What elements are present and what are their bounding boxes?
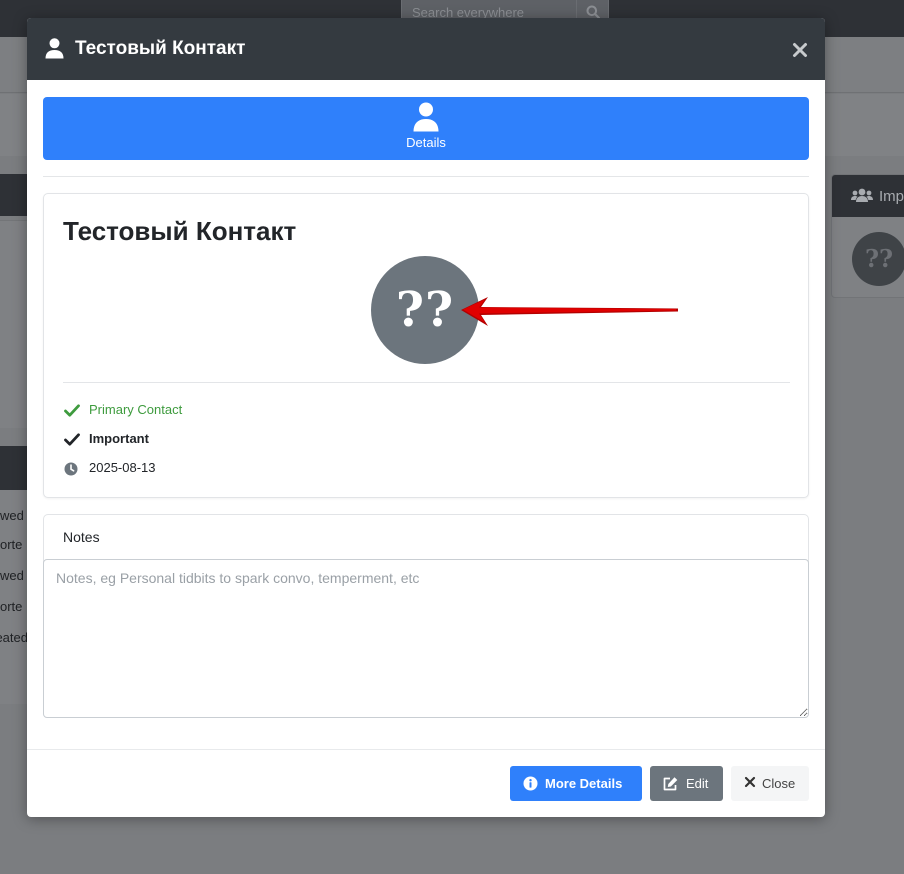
important-label: Important — [89, 431, 149, 446]
background-list-item: eated — [0, 630, 28, 645]
edit-label: Edit — [686, 776, 709, 791]
background-avatar: ?? — [852, 232, 904, 286]
notes-textarea[interactable] — [43, 559, 809, 718]
contact-name: Тестовый Контакт — [63, 216, 297, 246]
contact-date: 2025-08-13 — [89, 460, 156, 475]
user-icon — [413, 102, 439, 132]
annotation-arrow-icon — [461, 297, 678, 326]
background-left-card-body — [0, 220, 28, 428]
modal-title: Тестовый Контакт — [75, 38, 246, 59]
divider — [43, 176, 809, 177]
check-icon — [64, 433, 80, 446]
more-details-label: More Details — [545, 776, 623, 791]
background-right-card-header: Imp — [832, 175, 904, 217]
background-list-item: orte — [0, 537, 23, 552]
contact-card: Тестовый Контакт ?? Primary Contact Impo… — [43, 193, 809, 498]
contact-modal: Тестовый Контакт Details Тестовый Контак… — [27, 18, 825, 817]
clock-icon — [64, 462, 78, 476]
primary-contact-label: Primary Contact — [89, 402, 183, 417]
check-icon — [64, 404, 80, 417]
tab-label: Details — [406, 135, 446, 150]
footer-divider — [27, 749, 825, 750]
more-details-button[interactable]: More Details — [510, 766, 642, 801]
background-left-card-header — [0, 174, 28, 216]
background-list-item: orte — [0, 599, 23, 614]
background-list-item: wed — [0, 568, 24, 583]
info-icon — [523, 776, 538, 791]
background-right-card: Imp ?? — [831, 174, 904, 298]
modal-header: Тестовый Контакт — [27, 18, 825, 80]
edit-icon — [663, 777, 678, 791]
notes-card: Notes — [43, 514, 809, 718]
background-left-list: wed orte wed orte eated — [0, 490, 28, 704]
close-label: Close — [762, 776, 796, 791]
divider — [63, 382, 790, 383]
background-left-list-header — [0, 446, 28, 490]
user-icon — [45, 38, 64, 59]
background-list-item: wed — [0, 508, 24, 523]
close-icon[interactable] — [791, 41, 809, 59]
close-icon — [744, 776, 756, 788]
users-icon — [851, 188, 873, 202]
background-right-card-title: Imp — [879, 188, 904, 205]
notes-label: Notes — [63, 529, 100, 545]
tab-details[interactable]: Details — [43, 97, 809, 160]
close-button[interactable]: Close — [731, 766, 809, 801]
edit-button[interactable]: Edit — [650, 766, 723, 801]
search-icon — [586, 5, 600, 19]
